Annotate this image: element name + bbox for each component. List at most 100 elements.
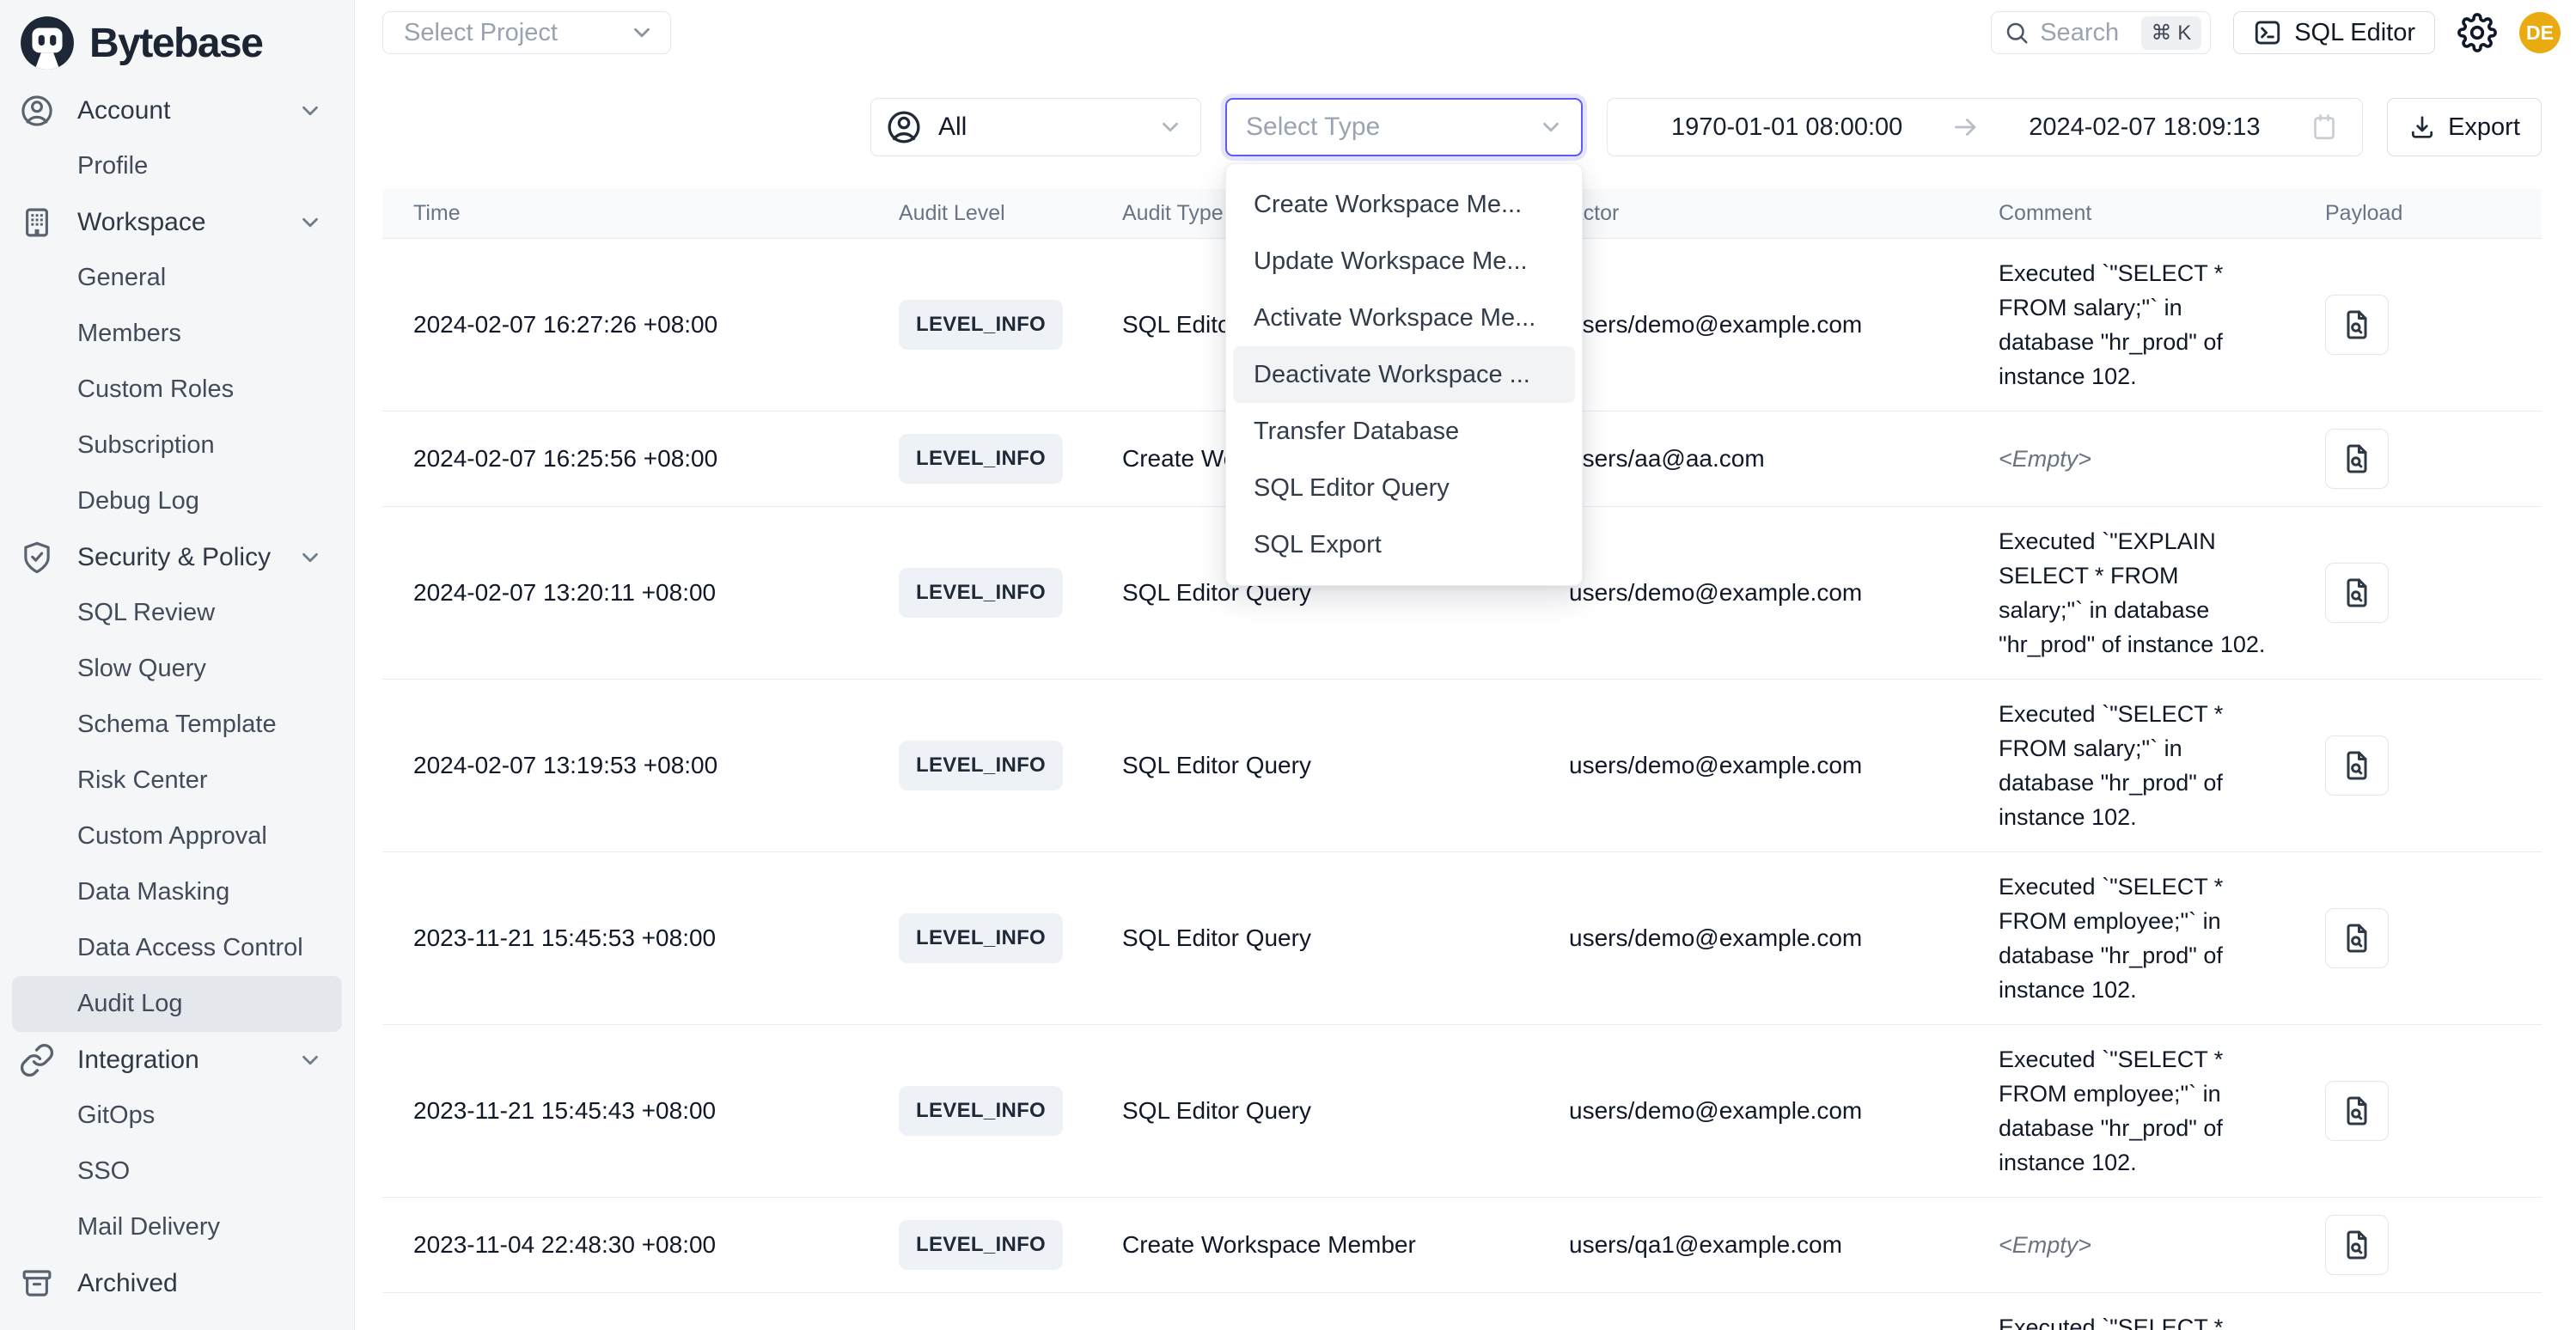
- cell-actor: users/demo@example.com: [1538, 851, 1968, 1024]
- menu-item-activate-workspace-member[interactable]: Activate Workspace Me...: [1233, 290, 1575, 346]
- sidebar-group-account[interactable]: Account: [12, 82, 342, 138]
- level-badge: LEVEL_INFO: [899, 434, 1063, 484]
- table-row: 2023-11-21 15:45:43 +08:00 LEVEL_INFO SQ…: [382, 1024, 2542, 1197]
- cell-actor: users/qa1@example.com: [1538, 1197, 1968, 1292]
- chevron-down-icon: [629, 20, 655, 46]
- payload-view-button[interactable]: [2325, 295, 2389, 355]
- sidebar-group-workspace[interactable]: Workspace: [12, 194, 342, 250]
- table-row: 2023-11-21 15:45:53 +08:00 LEVEL_INFO SQ…: [382, 851, 2542, 1024]
- export-button[interactable]: Export: [2387, 98, 2542, 156]
- avatar[interactable]: DE: [2519, 12, 2561, 53]
- cell-payload: [2294, 238, 2542, 411]
- sidebar-item-label: Custom Approval: [77, 822, 267, 851]
- calendar-icon: [2309, 112, 2340, 143]
- gear-icon[interactable]: [2457, 13, 2497, 52]
- search-placeholder: Search: [2040, 19, 2130, 47]
- cell-actor: users/aa@aa.com: [1538, 411, 1968, 506]
- cell-actor: users/demo@example.com: [1538, 238, 1968, 411]
- sidebar-item-label: SQL Review: [77, 599, 215, 627]
- cell-comment: <Empty>: [1968, 411, 2294, 506]
- sidebar-item-custom-approval[interactable]: Custom Approval: [12, 808, 342, 864]
- cell-payload: [2294, 1292, 2542, 1330]
- chevron-down-icon: [297, 98, 323, 124]
- date-range-picker[interactable]: 1970-01-01 08:00:00 2024-02-07 18:09:13: [1607, 98, 2363, 156]
- cell-time: 2024-02-07 16:27:26 +08:00: [382, 238, 868, 411]
- menu-item-deactivate-workspace-member[interactable]: Deactivate Workspace ...: [1233, 346, 1575, 403]
- actor-filter-select[interactable]: All: [870, 98, 1201, 156]
- chevron-down-icon: [297, 545, 323, 570]
- cell-actor: users/demo@example.com: [1538, 1292, 1968, 1330]
- sidebar-item-label: Subscription: [77, 431, 215, 460]
- date-from-value: 1970-01-01 08:00:00: [1671, 113, 1902, 142]
- sidebar-item-gitops[interactable]: GitOps: [12, 1088, 342, 1144]
- sidebar-item-members[interactable]: Members: [12, 306, 342, 362]
- sidebar-item-custom-roles[interactable]: Custom Roles: [12, 362, 342, 418]
- sidebar-group-security-policy[interactable]: Security & Policy: [12, 529, 342, 585]
- cell-comment: <Empty>: [1968, 1197, 2294, 1292]
- payload-view-button[interactable]: [2325, 1081, 2389, 1141]
- search-input[interactable]: Search ⌘ K: [1991, 11, 2211, 54]
- payload-view-button[interactable]: [2325, 908, 2389, 968]
- sidebar-item-data-masking[interactable]: Data Masking: [12, 864, 342, 920]
- menu-item-transfer-database[interactable]: Transfer Database: [1233, 403, 1575, 460]
- cell-audit-level: LEVEL_INFO: [868, 1197, 1091, 1292]
- sidebar-item-sql-review[interactable]: SQL Review: [12, 585, 342, 641]
- payload-view-button[interactable]: [2325, 1215, 2389, 1275]
- level-badge: LEVEL_INFO: [899, 568, 1063, 618]
- cell-time: 2024-02-07 13:20:11 +08:00: [382, 506, 868, 679]
- sidebar-item-label: Mail Delivery: [77, 1213, 220, 1242]
- payload-view-button[interactable]: [2325, 735, 2389, 796]
- menu-item-update-workspace-member[interactable]: Update Workspace Me...: [1233, 233, 1575, 290]
- file-search-icon: [2340, 921, 2374, 955]
- building-icon: [19, 204, 55, 241]
- brand-logo[interactable]: Bytebase: [0, 0, 354, 77]
- sidebar-item-schema-template[interactable]: Schema Template: [12, 697, 342, 753]
- payload-view-button[interactable]: [2325, 429, 2389, 489]
- sidebar-item-subscription[interactable]: Subscription: [12, 418, 342, 473]
- cell-payload: [2294, 411, 2542, 506]
- app-window: Bytebase Account Profile Workspace Gener…: [0, 0, 2576, 1330]
- sidebar-item-general[interactable]: General: [12, 250, 342, 306]
- sidebar-item-debug-log[interactable]: Debug Log: [12, 473, 342, 529]
- cell-comment: Executed `"SELECT * FROM salary;"` in da…: [1968, 238, 2294, 411]
- sidebar-group-label: Account: [77, 96, 170, 125]
- cell-comment: Executed `"SELECT * FROM salary;"` in da…: [1968, 679, 2294, 851]
- column-header-time: Time: [382, 189, 868, 238]
- cell-audit-level: LEVEL_INFO: [868, 506, 1091, 679]
- sidebar-item-label: Data Masking: [77, 878, 229, 906]
- link-icon: [19, 1042, 55, 1078]
- sidebar-item-label: Custom Roles: [77, 375, 234, 404]
- sidebar-item-data-access-control[interactable]: Data Access Control: [12, 920, 342, 976]
- actor-filter-value: All: [938, 113, 967, 142]
- arrow-right-icon: [1951, 113, 1981, 142]
- sidebar-group-integration[interactable]: Integration: [12, 1032, 342, 1088]
- payload-view-button[interactable]: [2325, 563, 2389, 623]
- sidebar-item-slow-query[interactable]: Slow Query: [12, 641, 342, 697]
- cell-comment: Executed `"EXPLAIN SELECT * FROM salary;…: [1968, 506, 2294, 679]
- brand-name: Bytebase: [89, 20, 262, 67]
- sidebar-group-label: Security & Policy: [77, 543, 271, 572]
- menu-item-sql-editor-query[interactable]: SQL Editor Query: [1233, 460, 1575, 516]
- cell-time: 2024-02-07 13:19:53 +08:00: [382, 679, 868, 851]
- topbar-actions: Search ⌘ K SQL Editor DE: [1991, 11, 2561, 54]
- sidebar-group-archived[interactable]: Archived: [12, 1255, 342, 1311]
- cell-time: 2023-11-04 22:48:30 +08:00: [382, 1197, 868, 1292]
- bytebase-logo-icon: [19, 15, 76, 71]
- type-filter-select[interactable]: Select Type: [1225, 98, 1583, 156]
- project-select[interactable]: Select Project: [382, 11, 671, 54]
- file-search-icon: [2340, 1094, 2374, 1128]
- user-circle-icon: [19, 93, 55, 129]
- sidebar-item-label: Profile: [77, 152, 148, 180]
- menu-item-create-workspace-member[interactable]: Create Workspace Me...: [1233, 176, 1575, 233]
- sidebar-item-risk-center[interactable]: Risk Center: [12, 753, 342, 808]
- sidebar-item-label: General: [77, 264, 166, 292]
- chevron-down-icon: [1538, 114, 1564, 140]
- sidebar-item-profile[interactable]: Profile: [12, 138, 342, 194]
- sql-editor-button[interactable]: SQL Editor: [2233, 11, 2435, 54]
- sidebar-item-label: Audit Log: [77, 990, 183, 1018]
- menu-item-sql-export[interactable]: SQL Export: [1233, 516, 1575, 573]
- sidebar-item-label: Risk Center: [77, 766, 208, 795]
- sidebar-item-audit-log[interactable]: Audit Log: [12, 976, 342, 1032]
- sidebar-item-mail-delivery[interactable]: Mail Delivery: [12, 1199, 342, 1255]
- sidebar-item-sso[interactable]: SSO: [12, 1144, 342, 1199]
